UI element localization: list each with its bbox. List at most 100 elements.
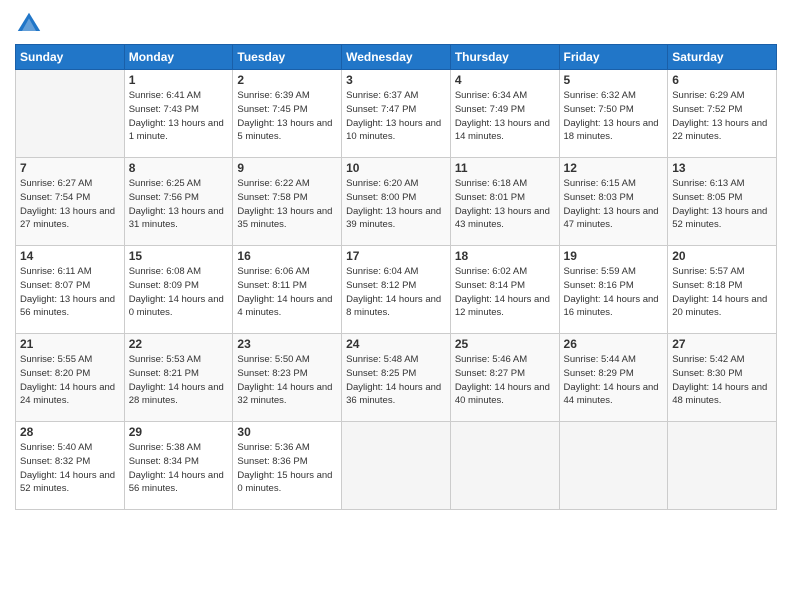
calendar-week-row: 28 Sunrise: 5:40 AMSunset: 8:32 PMDayligh…: [16, 422, 777, 510]
day-number: 24: [346, 337, 446, 351]
day-info: Sunrise: 6:41 AMSunset: 7:43 PMDaylight:…: [129, 89, 229, 144]
calendar-cell: 10Sunrise: 6:20 AMSunset: 8:00 PMDayligh…: [342, 158, 451, 246]
calendar-cell: 6 Sunrise: 6:29 AMSunset: 7:52 PMDaylight…: [668, 70, 777, 158]
day-number: 20: [672, 249, 772, 263]
day-number: 15: [129, 249, 229, 263]
day-number: 1: [129, 73, 229, 87]
day-info: Sunrise: 5:36 AMSunset: 8:36 PMDaylight:…: [237, 441, 337, 496]
day-number: 11: [455, 161, 555, 175]
day-info: Sunrise: 5:57 AMSunset: 8:18 PMDaylight:…: [672, 265, 772, 320]
weekday-header: Sunday: [16, 45, 125, 70]
day-info: Sunrise: 5:40 AMSunset: 8:32 PMDaylight:…: [20, 441, 120, 496]
weekday-header: Thursday: [450, 45, 559, 70]
day-number: 30: [237, 425, 337, 439]
calendar-week-row: 14 Sunrise: 6:11 AMSunset: 8:07 PMDayligh…: [16, 246, 777, 334]
day-number: 13: [672, 161, 772, 175]
calendar-cell: 29 Sunrise: 5:38 AMSunset: 8:34 PMDayligh…: [124, 422, 233, 510]
day-number: 25: [455, 337, 555, 351]
day-number: 10: [346, 161, 446, 175]
calendar-cell: [668, 422, 777, 510]
calendar-cell: 17 Sunrise: 6:04 AMSunset: 8:12 PMDayligh…: [342, 246, 451, 334]
calendar-cell: 9 Sunrise: 6:22 AMSunset: 7:58 PMDaylight…: [233, 158, 342, 246]
day-info: Sunrise: 5:48 AMSunset: 8:25 PMDaylight:…: [346, 353, 446, 408]
day-info: Sunrise: 6:02 AMSunset: 8:14 PMDaylight:…: [455, 265, 555, 320]
calendar: SundayMondayTuesdayWednesdayThursdayFrid…: [15, 44, 777, 510]
calendar-cell: 16 Sunrise: 6:06 AMSunset: 8:11 PMDayligh…: [233, 246, 342, 334]
day-info: Sunrise: 6:04 AMSunset: 8:12 PMDaylight:…: [346, 265, 446, 320]
day-info: Sunrise: 5:38 AMSunset: 8:34 PMDaylight:…: [129, 441, 229, 496]
day-number: 4: [455, 73, 555, 87]
day-number: 7: [20, 161, 120, 175]
day-info: Sunrise: 5:53 AMSunset: 8:21 PMDaylight:…: [129, 353, 229, 408]
calendar-cell: [342, 422, 451, 510]
calendar-cell: 20 Sunrise: 5:57 AMSunset: 8:18 PMDayligh…: [668, 246, 777, 334]
day-info: Sunrise: 6:08 AMSunset: 8:09 PMDaylight:…: [129, 265, 229, 320]
day-number: 22: [129, 337, 229, 351]
calendar-cell: 12 Sunrise: 6:15 AMSunset: 8:03 PMDayligh…: [559, 158, 668, 246]
calendar-cell: 30 Sunrise: 5:36 AMSunset: 8:36 PMDayligh…: [233, 422, 342, 510]
weekday-header: Monday: [124, 45, 233, 70]
day-info: Sunrise: 6:25 AMSunset: 7:56 PMDaylight:…: [129, 177, 229, 232]
calendar-cell: 11Sunrise: 6:18 AMSunset: 8:01 PMDayligh…: [450, 158, 559, 246]
calendar-cell: 13Sunrise: 6:13 AMSunset: 8:05 PMDayligh…: [668, 158, 777, 246]
day-info: Sunrise: 5:46 AMSunset: 8:27 PMDaylight:…: [455, 353, 555, 408]
calendar-week-row: 7 Sunrise: 6:27 AMSunset: 7:54 PMDaylight…: [16, 158, 777, 246]
calendar-header-row: SundayMondayTuesdayWednesdayThursdayFrid…: [16, 45, 777, 70]
day-info: Sunrise: 6:06 AMSunset: 8:11 PMDaylight:…: [237, 265, 337, 320]
calendar-cell: 18Sunrise: 6:02 AMSunset: 8:14 PMDayligh…: [450, 246, 559, 334]
calendar-cell: 5 Sunrise: 6:32 AMSunset: 7:50 PMDaylight…: [559, 70, 668, 158]
calendar-cell: 23 Sunrise: 5:50 AMSunset: 8:23 PMDayligh…: [233, 334, 342, 422]
day-number: 5: [564, 73, 664, 87]
calendar-cell: 19 Sunrise: 5:59 AMSunset: 8:16 PMDayligh…: [559, 246, 668, 334]
page: SundayMondayTuesdayWednesdayThursdayFrid…: [0, 0, 792, 612]
calendar-cell: 27 Sunrise: 5:42 AMSunset: 8:30 PMDayligh…: [668, 334, 777, 422]
day-number: 6: [672, 73, 772, 87]
day-number: 29: [129, 425, 229, 439]
calendar-cell: [16, 70, 125, 158]
calendar-week-row: 1 Sunrise: 6:41 AMSunset: 7:43 PMDaylight…: [16, 70, 777, 158]
day-number: 16: [237, 249, 337, 263]
calendar-cell: [559, 422, 668, 510]
logo: [15, 10, 47, 38]
logo-icon: [15, 10, 43, 38]
calendar-cell: 15 Sunrise: 6:08 AMSunset: 8:09 PMDayligh…: [124, 246, 233, 334]
day-info: Sunrise: 6:11 AMSunset: 8:07 PMDaylight:…: [20, 265, 120, 320]
day-number: 27: [672, 337, 772, 351]
day-number: 21: [20, 337, 120, 351]
calendar-cell: [450, 422, 559, 510]
calendar-cell: 22 Sunrise: 5:53 AMSunset: 8:21 PMDayligh…: [124, 334, 233, 422]
day-number: 17: [346, 249, 446, 263]
calendar-cell: 26Sunrise: 5:44 AMSunset: 8:29 PMDayligh…: [559, 334, 668, 422]
day-number: 28: [20, 425, 120, 439]
day-info: Sunrise: 6:32 AMSunset: 7:50 PMDaylight:…: [564, 89, 664, 144]
day-number: 8: [129, 161, 229, 175]
day-number: 23: [237, 337, 337, 351]
calendar-cell: 3 Sunrise: 6:37 AMSunset: 7:47 PMDaylight…: [342, 70, 451, 158]
day-info: Sunrise: 5:59 AMSunset: 8:16 PMDaylight:…: [564, 265, 664, 320]
calendar-week-row: 21Sunrise: 5:55 AMSunset: 8:20 PMDayligh…: [16, 334, 777, 422]
calendar-cell: 14 Sunrise: 6:11 AMSunset: 8:07 PMDayligh…: [16, 246, 125, 334]
day-number: 12: [564, 161, 664, 175]
calendar-cell: 2Sunrise: 6:39 AMSunset: 7:45 PMDaylight…: [233, 70, 342, 158]
day-info: Sunrise: 6:22 AMSunset: 7:58 PMDaylight:…: [237, 177, 337, 232]
day-info: Sunrise: 6:37 AMSunset: 7:47 PMDaylight:…: [346, 89, 446, 144]
day-info: Sunrise: 6:39 AMSunset: 7:45 PMDaylight:…: [237, 89, 337, 144]
day-number: 19: [564, 249, 664, 263]
day-info: Sunrise: 5:50 AMSunset: 8:23 PMDaylight:…: [237, 353, 337, 408]
calendar-cell: 1 Sunrise: 6:41 AMSunset: 7:43 PMDaylight…: [124, 70, 233, 158]
calendar-cell: 24 Sunrise: 5:48 AMSunset: 8:25 PMDayligh…: [342, 334, 451, 422]
calendar-cell: 21Sunrise: 5:55 AMSunset: 8:20 PMDayligh…: [16, 334, 125, 422]
day-info: Sunrise: 6:29 AMSunset: 7:52 PMDaylight:…: [672, 89, 772, 144]
day-number: 9: [237, 161, 337, 175]
day-info: Sunrise: 6:27 AMSunset: 7:54 PMDaylight:…: [20, 177, 120, 232]
day-number: 14: [20, 249, 120, 263]
calendar-cell: 7 Sunrise: 6:27 AMSunset: 7:54 PMDaylight…: [16, 158, 125, 246]
day-info: Sunrise: 6:15 AMSunset: 8:03 PMDaylight:…: [564, 177, 664, 232]
weekday-header: Wednesday: [342, 45, 451, 70]
day-info: Sunrise: 6:34 AMSunset: 7:49 PMDaylight:…: [455, 89, 555, 144]
day-number: 3: [346, 73, 446, 87]
day-number: 26: [564, 337, 664, 351]
day-info: Sunrise: 5:42 AMSunset: 8:30 PMDaylight:…: [672, 353, 772, 408]
weekday-header: Tuesday: [233, 45, 342, 70]
weekday-header: Saturday: [668, 45, 777, 70]
